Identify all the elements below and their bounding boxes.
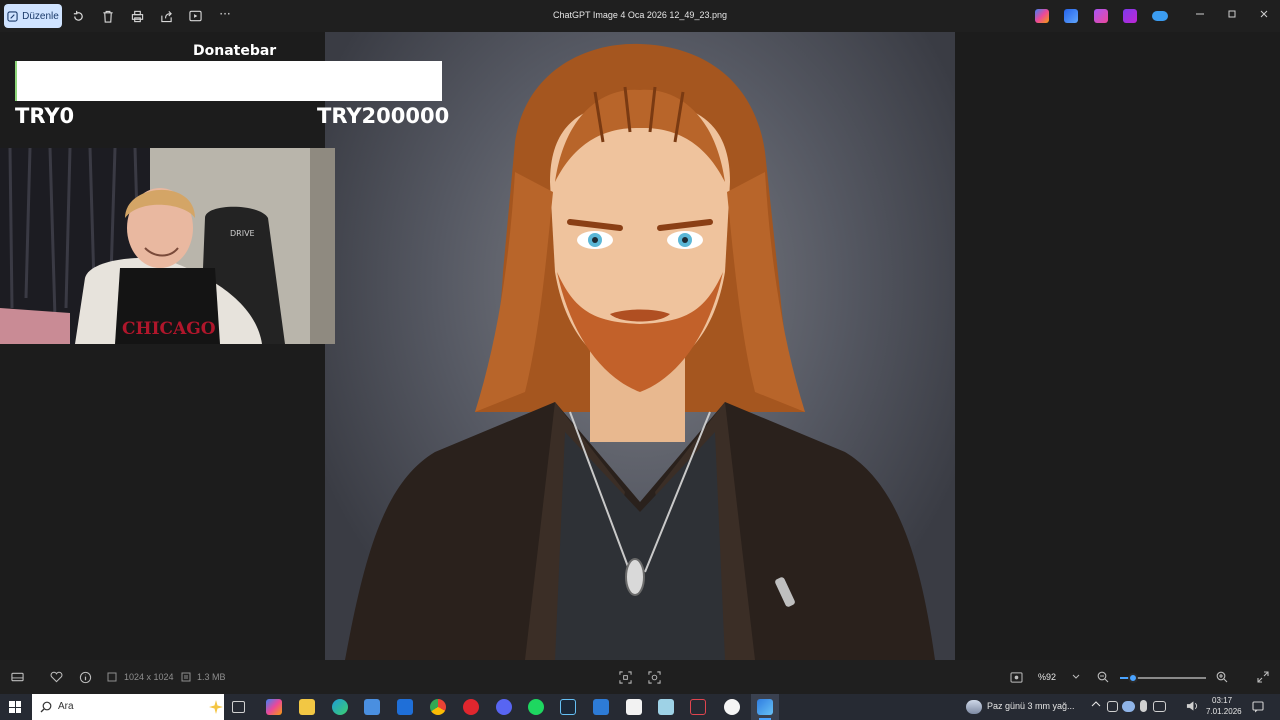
opera-icon[interactable]	[463, 699, 479, 715]
search-placeholder: Ara	[58, 701, 74, 712]
filmstrip-icon[interactable]	[10, 670, 24, 684]
dimensions-icon	[106, 670, 118, 684]
visual-search-icon[interactable]	[647, 670, 661, 684]
copilot-icon[interactable]	[1035, 9, 1049, 23]
full-screen-icon[interactable]	[1256, 670, 1270, 684]
print-icon[interactable]	[129, 8, 145, 24]
more-options-icon[interactable]: ···	[215, 6, 235, 22]
store-icon[interactable]	[364, 699, 380, 715]
task-view-icon[interactable]	[232, 701, 245, 713]
clock-date[interactable]: 7.01.2026	[1206, 707, 1242, 716]
zoom-slider[interactable]	[1120, 673, 1206, 683]
taskbar-copilot-icon[interactable]	[266, 699, 282, 715]
zoom-in-icon[interactable]	[1215, 670, 1229, 684]
webcam-feed: DRIVE CHICAGO	[0, 148, 335, 344]
maximize-icon[interactable]	[1224, 8, 1240, 24]
edit-button-label: Düzenle	[22, 10, 59, 22]
image-dimensions: 1024 x 1024	[124, 672, 174, 682]
crop-icon[interactable]	[618, 670, 632, 684]
donatebar-widget: Donatebar TRY0 TRY200000	[0, 32, 449, 148]
battlenet-icon[interactable]	[593, 699, 609, 715]
file-size: 1.3 MB	[197, 672, 226, 682]
info-icon[interactable]	[78, 670, 92, 684]
search-highlight-icon	[209, 700, 223, 714]
clock-time[interactable]: 03:17	[1212, 696, 1232, 705]
rotate-icon[interactable]	[70, 8, 86, 24]
riot-client-icon[interactable]	[690, 699, 706, 715]
photos-icon	[757, 699, 773, 715]
notepad-icon[interactable]	[658, 699, 674, 715]
outlook-icon[interactable]	[397, 699, 413, 715]
clipchamp-icon[interactable]	[1094, 9, 1108, 23]
steam-icon[interactable]	[560, 699, 576, 715]
webcam-overlay: DRIVE CHICAGO	[0, 148, 335, 344]
tray-app-icon[interactable]	[1107, 701, 1118, 712]
top-toolbar: Düzenle ··· ChatGPT Image 4 Oca 2026 12_…	[0, 0, 1280, 32]
spotify-icon[interactable]	[528, 699, 544, 715]
designer-icon[interactable]	[1064, 9, 1078, 23]
edit-button[interactable]: Düzenle	[4, 4, 62, 28]
share-icon[interactable]	[158, 8, 174, 24]
chrome-icon[interactable]	[430, 699, 446, 715]
volume-icon[interactable]	[1186, 699, 1199, 717]
zoom-out-icon[interactable]	[1096, 670, 1110, 684]
slideshow-icon[interactable]	[187, 8, 203, 24]
photos-app-taskbar-item[interactable]	[751, 694, 779, 720]
minimize-icon[interactable]	[1192, 8, 1208, 24]
fit-to-window-icon[interactable]	[1009, 670, 1023, 684]
edge-icon[interactable]	[332, 699, 348, 715]
tray-cloud-icon[interactable]	[1122, 701, 1135, 712]
donatebar-title: Donatebar	[193, 43, 277, 59]
taskbar: Ara Paz günü 3 mm yağ... 03:17 7.01.2026	[0, 694, 1280, 720]
tray-overflow-chevron-icon[interactable]	[1091, 700, 1101, 711]
onedrive-icon[interactable]	[1152, 11, 1168, 21]
delete-icon[interactable]	[100, 8, 116, 24]
network-icon[interactable]	[1153, 701, 1166, 712]
windows-start-icon[interactable]	[9, 701, 21, 713]
shirt-text: CHICAGO	[122, 319, 216, 339]
zoom-dropdown-chevron-icon[interactable]	[1069, 670, 1083, 684]
donatebar-min-label: TRY0	[15, 104, 75, 128]
file-size-icon	[180, 670, 192, 684]
obs-icon[interactable]	[724, 699, 740, 715]
weather-text[interactable]: Paz günü 3 mm yağ...	[987, 701, 1075, 711]
notifications-icon[interactable]	[1252, 700, 1264, 718]
taskbar-search-box[interactable]: Ara	[32, 694, 224, 720]
close-icon[interactable]	[1256, 8, 1272, 24]
search-icon	[40, 701, 52, 713]
video-editor-icon[interactable]	[1123, 9, 1137, 23]
donatebar-progress-bar	[15, 61, 442, 101]
edit-icon	[7, 10, 18, 22]
weather-icon[interactable]	[966, 700, 982, 714]
zoom-level[interactable]: %92	[1038, 672, 1056, 682]
file-explorer-icon[interactable]	[299, 699, 315, 715]
discord-icon[interactable]	[496, 699, 512, 715]
status-bar: 1024 x 1024 1.3 MB %92	[0, 660, 1280, 694]
photos-app-window: Düzenle ··· ChatGPT Image 4 Oca 2026 12_…	[0, 0, 1280, 720]
epic-games-icon[interactable]	[626, 699, 642, 715]
microphone-icon[interactable]	[1140, 700, 1147, 712]
favorite-icon[interactable]	[49, 670, 63, 684]
chair-text: DRIVE	[230, 229, 255, 238]
zoom-slider-thumb[interactable]	[1128, 673, 1138, 683]
donatebar-max-label: TRY200000	[317, 104, 450, 128]
